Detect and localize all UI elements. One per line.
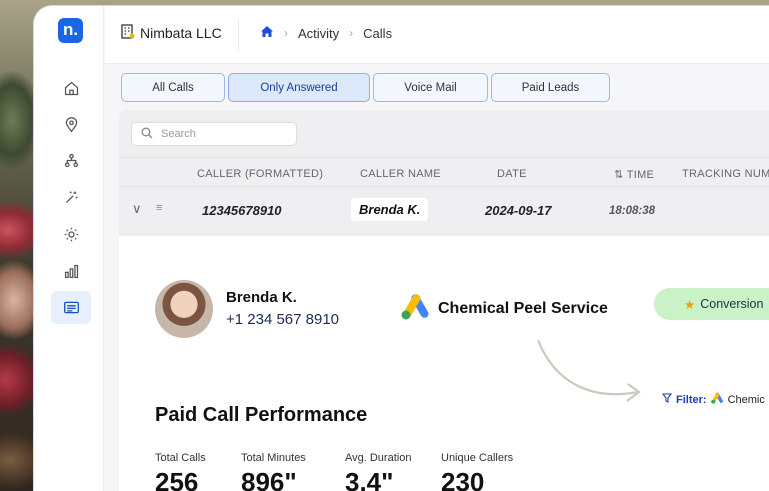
campaign: Chemical Peel Service xyxy=(401,293,608,325)
bar-chart-icon[interactable] xyxy=(61,261,81,281)
caller-phone: +1 234 567 8910 xyxy=(226,311,340,328)
cell-caller-name: Brenda K. xyxy=(351,198,429,221)
stat-value: 896" xyxy=(241,467,297,491)
tab-only-answered[interactable]: Only Answered xyxy=(228,73,370,102)
cell-caller: 12345678910 xyxy=(202,203,282,218)
calls-list-icon[interactable] xyxy=(61,297,81,317)
performance-title: Paid Call Performance xyxy=(155,404,368,426)
stat-unique-callers: Unique Callers 230 xyxy=(441,452,513,491)
expand-chevron-icon[interactable]: ∨ xyxy=(132,201,142,217)
magic-wand-icon[interactable] xyxy=(61,187,81,207)
stat-label: Unique Callers xyxy=(441,452,514,464)
col-time[interactable]: ⇅ TIME xyxy=(614,168,654,181)
cell-time: 18:08:38 xyxy=(609,205,656,217)
col-tracking-number[interactable]: TRACKING NUM xyxy=(682,168,769,180)
google-ads-small-icon xyxy=(710,392,724,407)
stat-label: Total Minutes xyxy=(241,452,306,464)
tab-all-calls[interactable]: All Calls xyxy=(121,73,225,102)
caller-name: Brenda K. xyxy=(226,289,297,306)
home-icon[interactable] xyxy=(61,78,81,98)
stat-value: 256 xyxy=(155,467,199,491)
filter-label: Filter: xyxy=(676,393,707,406)
home-breadcrumb-icon[interactable] xyxy=(260,25,274,41)
curved-arrow xyxy=(536,339,641,402)
company-switcher[interactable]: Nimbata LLC xyxy=(121,24,222,42)
tab-voice-mail[interactable]: Voice Mail xyxy=(373,73,488,102)
table-header: CALLER (FORMATTED) CALLER NAME DATE ⇅ TI… xyxy=(119,157,769,187)
chevron-right-icon: › xyxy=(284,26,288,40)
calls-table: Search CALLER (FORMATTED) CALLER NAME DA… xyxy=(119,110,769,236)
call-detail-panel: Brenda K. +1 234 567 8910 Chemical Peel … xyxy=(119,236,769,491)
stat-label: Avg. Duration xyxy=(345,452,412,464)
stat-total-calls: Total Calls 256 xyxy=(155,452,206,491)
google-ads-icon xyxy=(401,293,431,325)
stat-avg-duration: Avg. Duration 3.4" xyxy=(345,452,411,491)
breadcrumb-activity[interactable]: Activity xyxy=(298,26,339,41)
hierarchy-icon[interactable] xyxy=(61,150,81,170)
filter-tag[interactable]: Filter: Chemic xyxy=(661,392,765,407)
stat-total-minutes: Total Minutes 896" xyxy=(241,452,306,491)
building-icon xyxy=(121,24,135,42)
chevron-right-icon: › xyxy=(349,26,354,40)
campaign-name: Chemical Peel Service xyxy=(438,300,608,317)
avatar xyxy=(155,280,213,338)
breadcrumb-calls: Calls xyxy=(363,25,393,41)
app-window: n. Nimbata LLC › Activity › Calls All Ca… xyxy=(34,6,769,491)
search-icon xyxy=(141,127,153,142)
tab-paid-leads[interactable]: Paid Leads xyxy=(491,73,610,102)
company-name: Nimbata LLC xyxy=(140,25,222,41)
call-filter-tabs: All Calls Only Answered Voice Mail Paid … xyxy=(121,73,610,102)
col-date[interactable]: DATE xyxy=(497,168,527,180)
cell-date: 2024-09-17 xyxy=(485,203,552,218)
stat-label: Total Calls xyxy=(155,452,206,464)
sidebar: n. xyxy=(34,6,104,491)
breadcrumb: › Activity › Calls xyxy=(260,25,392,41)
col-caller[interactable]: CALLER (FORMATTED) xyxy=(197,168,323,180)
search-input[interactable]: Search xyxy=(131,122,297,146)
sort-icon: ⇅ xyxy=(614,169,624,181)
stat-value: 230 xyxy=(441,467,485,491)
table-row[interactable]: ∨ ≡ 12345678910 Brenda K. 2024-09-17 18:… xyxy=(119,187,769,236)
nimbata-logo[interactable]: n. xyxy=(58,18,83,43)
header-divider xyxy=(238,20,239,50)
col-caller-name[interactable]: CALLER NAME xyxy=(360,168,441,180)
stat-value: 3.4" xyxy=(345,467,394,491)
location-pin-icon[interactable] xyxy=(61,114,81,134)
call-type-icon: ≡ xyxy=(156,202,163,214)
conversion-badge[interactable]: ★ Conversion xyxy=(654,288,769,320)
conversion-label: Conversion xyxy=(700,297,764,311)
search-placeholder: Search xyxy=(161,128,196,140)
filter-value: Chemic xyxy=(727,393,765,406)
top-header: Nimbata LLC › Activity › Calls xyxy=(105,6,769,64)
gear-icon[interactable] xyxy=(61,224,81,244)
star-icon: ★ xyxy=(684,297,696,312)
filter-icon xyxy=(661,393,673,406)
